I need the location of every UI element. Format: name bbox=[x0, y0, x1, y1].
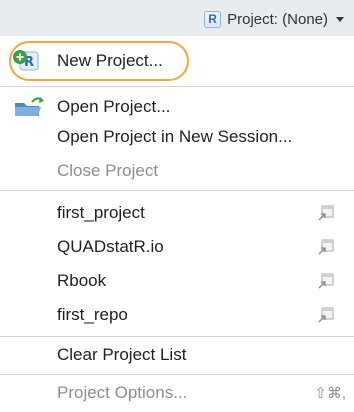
open-in-new-window-icon[interactable] bbox=[318, 239, 334, 255]
open-in-new-window-icon[interactable] bbox=[318, 273, 334, 289]
menu-item-project-options: Project Options... ⇧⌘, bbox=[0, 378, 354, 408]
menu-separator bbox=[0, 336, 354, 337]
menu-item-close-project: Close Project bbox=[0, 156, 354, 186]
clear-project-list-label: Clear Project List bbox=[57, 345, 187, 364]
close-project-label: Close Project bbox=[57, 161, 159, 180]
open-project-label: Open Project... bbox=[57, 97, 171, 116]
open-in-new-window-icon[interactable] bbox=[318, 205, 334, 221]
new-project-label: New Project... bbox=[57, 51, 163, 70]
menu-item-clear-project-list[interactable]: Clear Project List bbox=[0, 340, 354, 370]
recent-project-label: first_repo bbox=[57, 305, 128, 324]
recent-project-item[interactable]: Rbook bbox=[0, 266, 354, 296]
menu-item-new-project[interactable]: R New Project... bbox=[0, 46, 354, 76]
toolbar: R Project: (None) bbox=[0, 0, 354, 36]
menu-separator bbox=[0, 86, 354, 87]
recent-project-item[interactable]: QUADstatR.io bbox=[0, 232, 354, 262]
project-options-label: Project Options... bbox=[57, 383, 188, 402]
open-folder-icon bbox=[12, 94, 46, 120]
recent-project-label: Rbook bbox=[57, 271, 107, 290]
r-project-icon: R bbox=[204, 10, 222, 28]
open-in-new-window-icon[interactable] bbox=[318, 307, 334, 323]
chevron-down-icon bbox=[336, 16, 344, 22]
menu-separator bbox=[0, 190, 354, 191]
menu-item-open-project-new-session[interactable]: Open Project in New Session... bbox=[0, 122, 354, 152]
open-project-new-session-label: Open Project in New Session... bbox=[57, 127, 293, 146]
keyboard-shortcut: ⇧⌘, bbox=[314, 385, 346, 402]
recent-project-label: QUADstatR.io bbox=[57, 237, 164, 256]
new-project-icon: R bbox=[12, 48, 46, 74]
menu-item-open-project[interactable]: Open Project... bbox=[0, 92, 354, 122]
recent-project-item[interactable]: first_repo bbox=[0, 300, 354, 330]
recent-project-item[interactable]: first_project bbox=[0, 198, 354, 228]
recent-project-label: first_project bbox=[57, 203, 145, 222]
project-menu-label: Project: (None) bbox=[227, 10, 328, 28]
project-dropdown-menu: R New Project... Open Project... Open Pr… bbox=[0, 36, 354, 412]
menu-separator bbox=[0, 374, 354, 375]
project-menu-button[interactable]: R Project: (None) bbox=[204, 8, 344, 30]
